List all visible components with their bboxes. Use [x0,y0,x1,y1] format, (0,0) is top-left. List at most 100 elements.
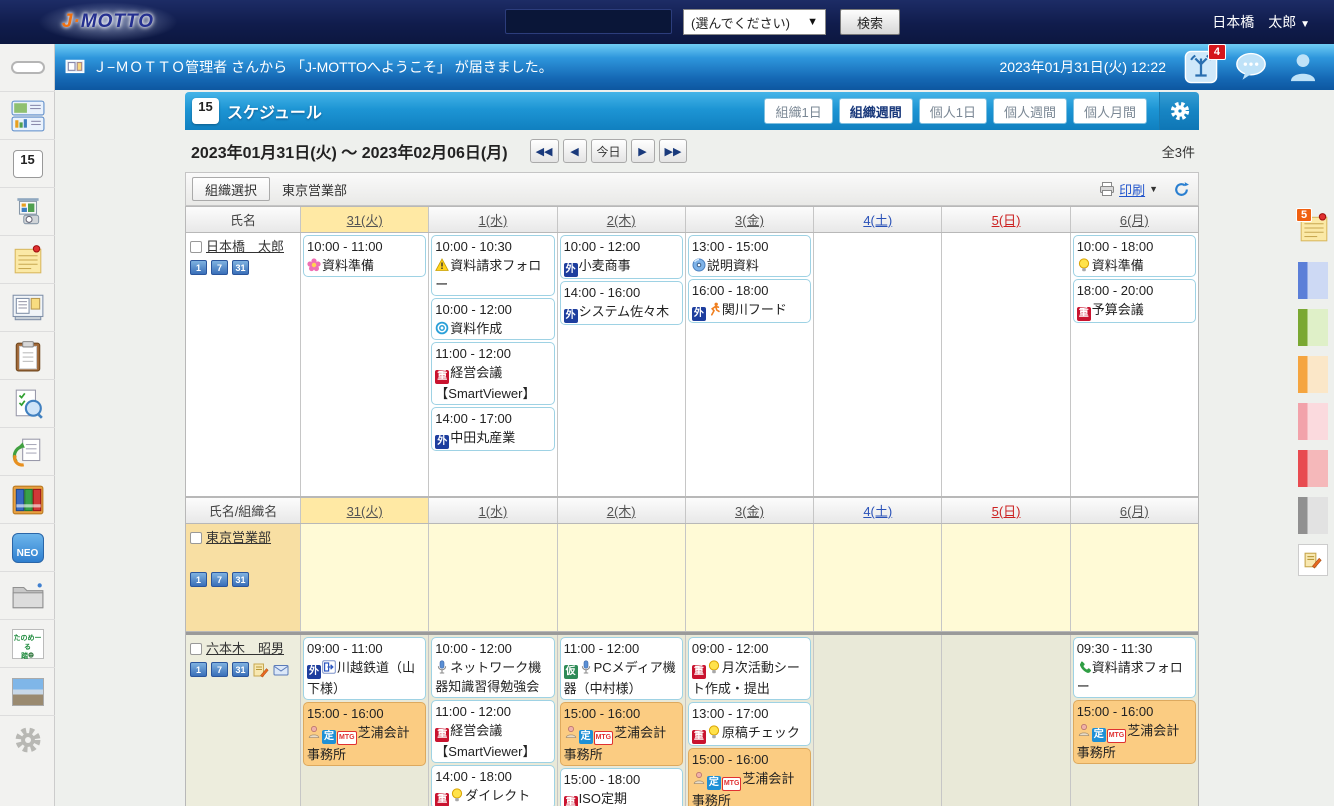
day-cell[interactable] [429,524,557,631]
event-card[interactable]: 10:00 - 12:00資料作成 [431,298,554,340]
day-calendar-icon[interactable]: 1 [190,662,207,677]
day-header-link[interactable]: 6(月) [1120,210,1149,229]
view-personal-day-button[interactable]: 個人1日 [919,98,987,124]
member-checkbox[interactable] [190,532,202,544]
sidebar-item-document-management[interactable] [0,476,55,524]
rail-edit-label-button[interactable] [1298,544,1328,576]
day-cell[interactable]: 13:00 - 15:00説明資料16:00 - 18:00外関川フード [686,233,814,496]
day-header-link[interactable]: 4(土) [863,210,892,229]
memo-edit-icon[interactable] [253,662,269,678]
search-button[interactable]: 検索 [840,9,900,35]
sidebar-item-schedule[interactable]: 15 [0,140,55,188]
day-header-link[interactable]: 31(火) [347,501,383,520]
day-header-link[interactable]: 5(日) [992,210,1021,229]
day-cell[interactable] [301,524,429,631]
event-card[interactable]: 11:00 - 12:00重経営会議【SmartViewer】 [431,342,554,405]
label-orange[interactable] [1298,356,1328,393]
event-card[interactable]: 15:00 - 16:00定MTG芝浦会計事務所 [560,702,683,766]
month-calendar-icon[interactable]: 31 [232,662,249,677]
infocast-icon[interactable]: 4 [1184,50,1218,84]
day-header-link[interactable]: 4(土) [863,501,892,520]
day-header-link[interactable]: 5(日) [992,501,1021,520]
day-cell[interactable] [814,524,942,631]
notification-message[interactable]: Ｊ−ＭＯＴＴＯ管理者 さんから 「J-MOTTOへようこそ」 が届きました。 [93,57,553,77]
event-card[interactable]: 09:30 - 11:30資料請求フォロー [1073,637,1196,698]
sidebar-item-neo[interactable]: NEO [0,524,55,572]
sidebar-item-tanomail[interactable]: たのめーる踏𐃏 [0,620,55,668]
event-card[interactable]: 09:00 - 12:00重月次活動シート作成・提出 [688,637,811,700]
mail-icon[interactable] [273,662,289,678]
global-search-input[interactable] [505,9,672,34]
event-card[interactable]: 10:00 - 12:00外小麦商事 [560,235,683,279]
last-week-button[interactable]: ▶▶ [659,139,688,163]
rail-memo-button[interactable]: 5 [1298,212,1330,252]
day-cell[interactable]: 11:00 - 12:00仮PCメディア機器（中村様）15:00 - 16:00… [558,635,686,806]
day-calendar-icon[interactable]: 1 [190,572,207,587]
print-link[interactable]: 印刷 [1119,180,1145,199]
event-card[interactable]: 09:00 - 11:00外川越鉄道（山下様） [303,637,426,700]
event-card[interactable]: 15:00 - 16:00定MTG芝浦会計事務所 [1073,700,1196,764]
day-cell[interactable]: 09:00 - 11:00外川越鉄道（山下様）15:00 - 16:00定MTG… [301,635,429,806]
prev-week-button[interactable]: ◀ [563,139,587,163]
event-card[interactable]: 10:00 - 11:00資料準備 [303,235,426,277]
day-cell[interactable]: 10:00 - 18:00資料準備18:00 - 20:00重予算会議 [1071,233,1198,496]
day-header-link[interactable]: 1(水) [478,210,507,229]
sidebar-item-web-meeting[interactable] [0,188,55,236]
sidebar-item-photo-service[interactable] [0,668,55,716]
day-cell[interactable]: 10:00 - 10:30資料請求フォロー10:00 - 12:00資料作成11… [429,233,557,496]
day-header-link[interactable]: 2(木) [607,210,636,229]
event-card[interactable]: 10:00 - 10:30資料請求フォロー [431,235,554,296]
day-cell[interactable] [942,524,1070,631]
week-calendar-icon[interactable]: 7 [211,572,228,587]
event-card[interactable]: 11:00 - 12:00重経営会議【SmartViewer】 [431,700,554,763]
day-header-link[interactable]: 31(火) [347,210,383,229]
member-name-link[interactable]: 東京営業部 [206,530,271,545]
event-card[interactable]: 14:00 - 16:00外システム佐々木 [560,281,683,325]
view-personal-month-button[interactable]: 個人月間 [1073,98,1147,124]
member-checkbox[interactable] [190,241,202,253]
month-calendar-icon[interactable]: 31 [232,260,249,275]
user-menu[interactable]: 日本橋 太郎 ▼ [1212,12,1310,32]
label-red[interactable] [1298,450,1328,487]
presence-user-icon[interactable] [1286,50,1320,84]
event-card[interactable]: 18:00 - 20:00重予算会議 [1073,279,1196,323]
day-header-link[interactable]: 2(木) [607,501,636,520]
day-cell[interactable] [942,635,1070,806]
week-calendar-icon[interactable]: 7 [211,662,228,677]
event-card[interactable]: 15:00 - 16:00定MTG芝浦会計事務所 [688,748,811,806]
sidebar-item-circulation[interactable] [0,428,55,476]
sidebar-item-document[interactable] [0,332,55,380]
label-pink[interactable] [1298,403,1328,440]
day-cell[interactable] [686,524,814,631]
first-week-button[interactable]: ◀◀ [530,139,559,163]
day-cell[interactable] [814,635,942,806]
label-blue[interactable] [1298,262,1328,299]
sidebar-item-bulletin-board[interactable] [0,284,55,332]
refresh-icon[interactable] [1173,181,1190,198]
day-calendar-icon[interactable]: 1 [190,260,207,275]
day-cell[interactable]: 10:00 - 12:00外小麦商事14:00 - 16:00外システム佐々木 [558,233,686,496]
day-cell[interactable]: 09:30 - 11:30資料請求フォロー15:00 - 16:00定MTG芝浦… [1071,635,1198,806]
event-card[interactable]: 11:00 - 12:00仮PCメディア機器（中村様） [560,637,683,700]
label-gray[interactable] [1298,497,1328,534]
sidebar-item-memo[interactable] [0,236,55,284]
schedule-settings-button[interactable] [1159,92,1199,130]
day-header-link[interactable]: 6(月) [1120,501,1149,520]
sidebar-collapse-button[interactable] [0,44,55,92]
member-name-link[interactable]: 六本木 昭男 [206,641,284,656]
day-cell[interactable]: 10:00 - 12:00ネットワーク機器知識習得勉強会11:00 - 12:0… [429,635,557,806]
view-org-day-button[interactable]: 組織1日 [764,98,832,124]
day-cell[interactable] [942,233,1070,496]
sidebar-item-settings[interactable] [0,716,55,764]
day-cell[interactable]: 10:00 - 11:00資料準備 [301,233,429,496]
member-name-link[interactable]: 日本橋 太郎 [206,239,284,254]
day-cell[interactable] [1071,524,1198,631]
sidebar-item-survey[interactable] [0,380,55,428]
event-card[interactable]: 10:00 - 12:00ネットワーク機器知識習得勉強会 [431,637,554,698]
member-checkbox[interactable] [190,643,202,655]
event-card[interactable]: 13:00 - 15:00説明資料 [688,235,811,277]
view-org-week-button[interactable]: 組織週間 [839,98,913,124]
week-calendar-icon[interactable]: 7 [211,260,228,275]
day-header-link[interactable]: 3(金) [735,210,764,229]
event-card[interactable]: 14:00 - 17:00外中田丸産業 [431,407,554,451]
